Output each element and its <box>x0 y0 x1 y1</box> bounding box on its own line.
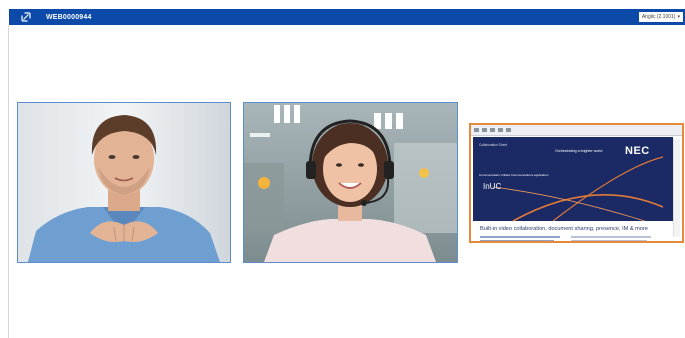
text-line <box>571 236 651 238</box>
content-share-tile[interactable]: Collaboration Sheet Orchestrating a brig… <box>469 123 684 243</box>
slide-product-title: InUC <box>483 182 502 191</box>
text-line <box>480 240 554 241</box>
left-divider <box>8 25 9 338</box>
text-line <box>571 240 647 241</box>
slide-banner: Collaboration Sheet Orchestrating a brig… <box>473 137 673 221</box>
app-logo-icon[interactable] <box>19 10 33 24</box>
slide-headline: Built-in video collaboration, document s… <box>480 226 648 232</box>
slide-product-line: Communication Unified Communications app… <box>479 173 549 177</box>
toolbar-button-icon <box>490 128 495 132</box>
participant-1-image <box>18 103 230 262</box>
language-select-value: Anglic (2.1001) <box>641 14 676 20</box>
participant-video-2[interactable] <box>243 102 458 263</box>
share-window-toolbar <box>471 125 682 136</box>
slide-small-caption: Collaboration Sheet <box>479 143 507 147</box>
toolbar-button-icon <box>474 128 479 132</box>
language-select[interactable]: Anglic (2.1001) ▾ <box>638 12 683 22</box>
text-line <box>480 236 560 238</box>
chevron-down-icon: ▾ <box>677 14 680 20</box>
toolbar-button-icon <box>482 128 487 132</box>
participant-2-image <box>244 103 457 262</box>
share-scrollbar[interactable] <box>673 139 680 237</box>
room-id-label: WEB0000944 <box>46 13 92 21</box>
toolbar-button-icon <box>498 128 503 132</box>
participant-video-1[interactable] <box>17 102 231 263</box>
slide-tagline: Orchestrating a brighter world <box>555 149 603 153</box>
shared-slide: Collaboration Sheet Orchestrating a brig… <box>473 137 673 241</box>
toolbar-button-icon <box>506 128 511 132</box>
top-bar: WEB0000944 Anglic (2.1001) ▾ <box>9 9 685 25</box>
nec-logo: NEC <box>625 145 650 157</box>
